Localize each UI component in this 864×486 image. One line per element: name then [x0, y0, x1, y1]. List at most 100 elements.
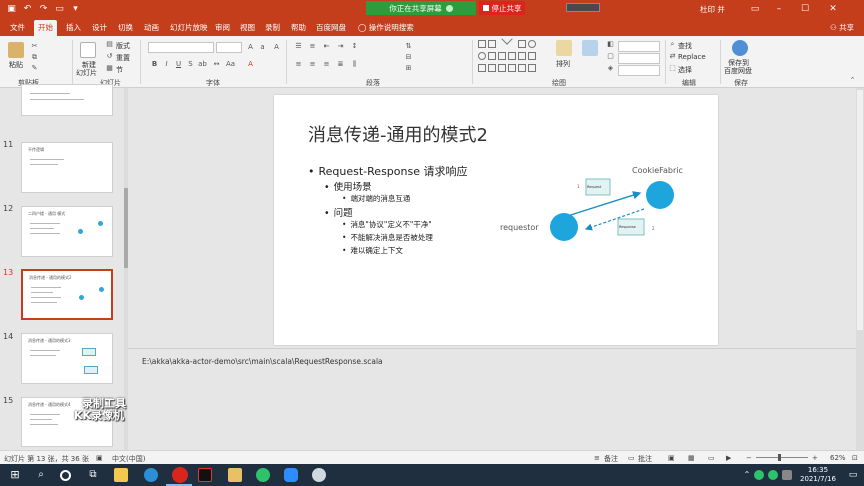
search-icon[interactable]: ⌕: [34, 468, 48, 482]
folder-icon[interactable]: [228, 468, 242, 482]
section-button[interactable]: 节: [116, 65, 123, 75]
cut-icon[interactable]: ✂: [30, 42, 39, 51]
tab-review[interactable]: 审阅: [211, 20, 234, 36]
align-right-icon[interactable]: ≡: [322, 60, 331, 69]
comments-toggle[interactable]: 批注: [638, 454, 652, 464]
save-to-pan-button-line2[interactable]: 百度网盘: [724, 66, 752, 76]
arrange-button[interactable]: 排列: [556, 59, 570, 69]
present-icon[interactable]: ▭: [54, 3, 65, 14]
shape-oval-icon[interactable]: [528, 40, 536, 48]
format-painter-icon[interactable]: ✎: [30, 64, 39, 73]
shape-effects-combo[interactable]: [618, 65, 660, 76]
new-slide-icon[interactable]: [80, 42, 96, 58]
font-color-icon[interactable]: A: [246, 60, 255, 69]
redo-icon[interactable]: ↷: [38, 3, 49, 14]
grow-font-icon[interactable]: A: [246, 43, 255, 52]
baidu-pan-icon[interactable]: [732, 40, 748, 56]
slide-thumbnail[interactable]: [21, 84, 113, 116]
notes-pane[interactable]: E:\akka\akka-actor-demo\src\main\scala\R…: [128, 348, 858, 450]
decrease-indent-icon[interactable]: ⇤: [322, 42, 331, 51]
bullets-icon[interactable]: ☰: [294, 42, 303, 51]
shadow-icon[interactable]: S: [186, 60, 195, 69]
quick-styles-icon[interactable]: [582, 40, 598, 56]
slide-thumbnail[interactable]: 消息传递 - 通用的模式3: [21, 333, 113, 384]
zoom-app-icon[interactable]: [284, 468, 298, 482]
shape-outline-combo[interactable]: [618, 53, 660, 64]
font-size-combo[interactable]: [216, 42, 242, 53]
change-case-icon[interactable]: Aa: [226, 60, 235, 69]
tab-design[interactable]: 设计: [88, 20, 111, 36]
undo-icon[interactable]: ↶: [22, 3, 33, 14]
shape-callout-icon[interactable]: [528, 52, 536, 60]
shape-star-icon[interactable]: [518, 52, 526, 60]
zoom-slider[interactable]: [756, 457, 808, 458]
shape-circle-icon[interactable]: [478, 52, 486, 60]
tab-animations[interactable]: 动画: [140, 20, 163, 36]
tray-wechat-icon[interactable]: [768, 470, 778, 480]
tray-app-icon[interactable]: [754, 470, 764, 480]
replace-button[interactable]: Replace: [678, 53, 706, 61]
new-slide-button-line2[interactable]: 幻灯片: [76, 68, 97, 78]
numbering-icon[interactable]: ≡: [308, 42, 317, 51]
slide-thumbnail[interactable]: 不传逻辑: [21, 142, 113, 193]
normal-view-icon[interactable]: ▣: [668, 454, 675, 462]
notification-icon[interactable]: ▭: [846, 468, 860, 482]
copy-icon[interactable]: ⧉: [30, 53, 39, 62]
shape-curve-icon[interactable]: [488, 64, 496, 72]
reset-button[interactable]: 重置: [116, 53, 130, 63]
collapse-ribbon-icon[interactable]: ⌃: [848, 76, 857, 85]
shape-outline-icon[interactable]: ▢: [606, 52, 615, 61]
shrink-font-icon[interactable]: a: [258, 43, 267, 52]
shape-rect2-icon[interactable]: [518, 40, 526, 48]
ribbon-options-icon[interactable]: ▭: [746, 2, 764, 16]
shape-line2-icon[interactable]: [506, 38, 518, 50]
task-view-icon[interactable]: ⧉: [86, 468, 100, 482]
tab-insert[interactable]: 插入: [62, 20, 85, 36]
shape-fill-combo[interactable]: [618, 41, 660, 52]
slideshow-view-icon[interactable]: ▶: [726, 454, 731, 462]
customize-qat-icon[interactable]: ▾: [70, 3, 81, 14]
paste-button[interactable]: 粘贴: [9, 60, 23, 70]
user-name[interactable]: 杜印 并: [700, 4, 725, 15]
cortana-icon[interactable]: [60, 470, 71, 481]
bold-icon[interactable]: B: [150, 60, 159, 69]
scrollbar-thumb[interactable]: [857, 90, 863, 330]
file-explorer-icon[interactable]: [114, 468, 128, 482]
stop-share-button[interactable]: 停止共享: [479, 1, 525, 15]
font-name-combo[interactable]: [148, 42, 214, 53]
arrange-icon[interactable]: [556, 40, 572, 56]
browser-icon[interactable]: [312, 468, 326, 482]
slide-thumbnail[interactable]: 二四户楼 - 通用 模式: [21, 206, 113, 257]
zoom-level[interactable]: 62%: [830, 454, 846, 462]
find-button[interactable]: 查找: [678, 41, 692, 51]
tab-home[interactable]: 开始: [34, 20, 57, 36]
align-left-icon[interactable]: ≡: [294, 60, 303, 69]
language-text[interactable]: 中文(中国): [112, 454, 145, 464]
minimize-button[interactable]: –: [770, 2, 788, 16]
network-icon[interactable]: [782, 470, 792, 480]
tray-expand-icon[interactable]: ⌃: [740, 468, 754, 482]
close-button[interactable]: ✕: [824, 2, 842, 16]
shape-flow-icon[interactable]: [478, 64, 486, 72]
shape-effects-icon[interactable]: ◈: [606, 64, 615, 73]
current-slide[interactable]: 消息传递-通用的模式2 • Request-Response 请求响应 • 使用场景…: [274, 95, 718, 345]
shape-brace-icon[interactable]: [508, 52, 516, 60]
char-spacing-icon[interactable]: ↔: [212, 60, 221, 69]
windows-start-icon[interactable]: ⊞: [8, 468, 22, 482]
justify-icon[interactable]: ≣: [336, 60, 345, 69]
layout-button[interactable]: 版式: [116, 41, 130, 51]
increase-indent-icon[interactable]: ⇥: [336, 42, 345, 51]
align-center-icon[interactable]: ≡: [308, 60, 317, 69]
sorter-view-icon[interactable]: ▦: [688, 454, 695, 462]
share-button[interactable]: ⚇ 共享: [826, 20, 858, 36]
zoom-in-icon[interactable]: +: [812, 454, 818, 462]
maximize-button[interactable]: ☐: [796, 2, 814, 16]
shapes-gallery[interactable]: [478, 38, 548, 76]
underline-icon[interactable]: U: [174, 60, 183, 69]
line-spacing-icon[interactable]: ↕: [350, 42, 359, 51]
shape-moon-icon[interactable]: [518, 64, 526, 72]
slide-scrollbar[interactable]: [856, 88, 864, 450]
tab-transitions[interactable]: 切换: [114, 20, 137, 36]
fit-slide-icon[interactable]: ⊡: [852, 454, 858, 462]
shape-bracket-icon[interactable]: [498, 64, 506, 72]
